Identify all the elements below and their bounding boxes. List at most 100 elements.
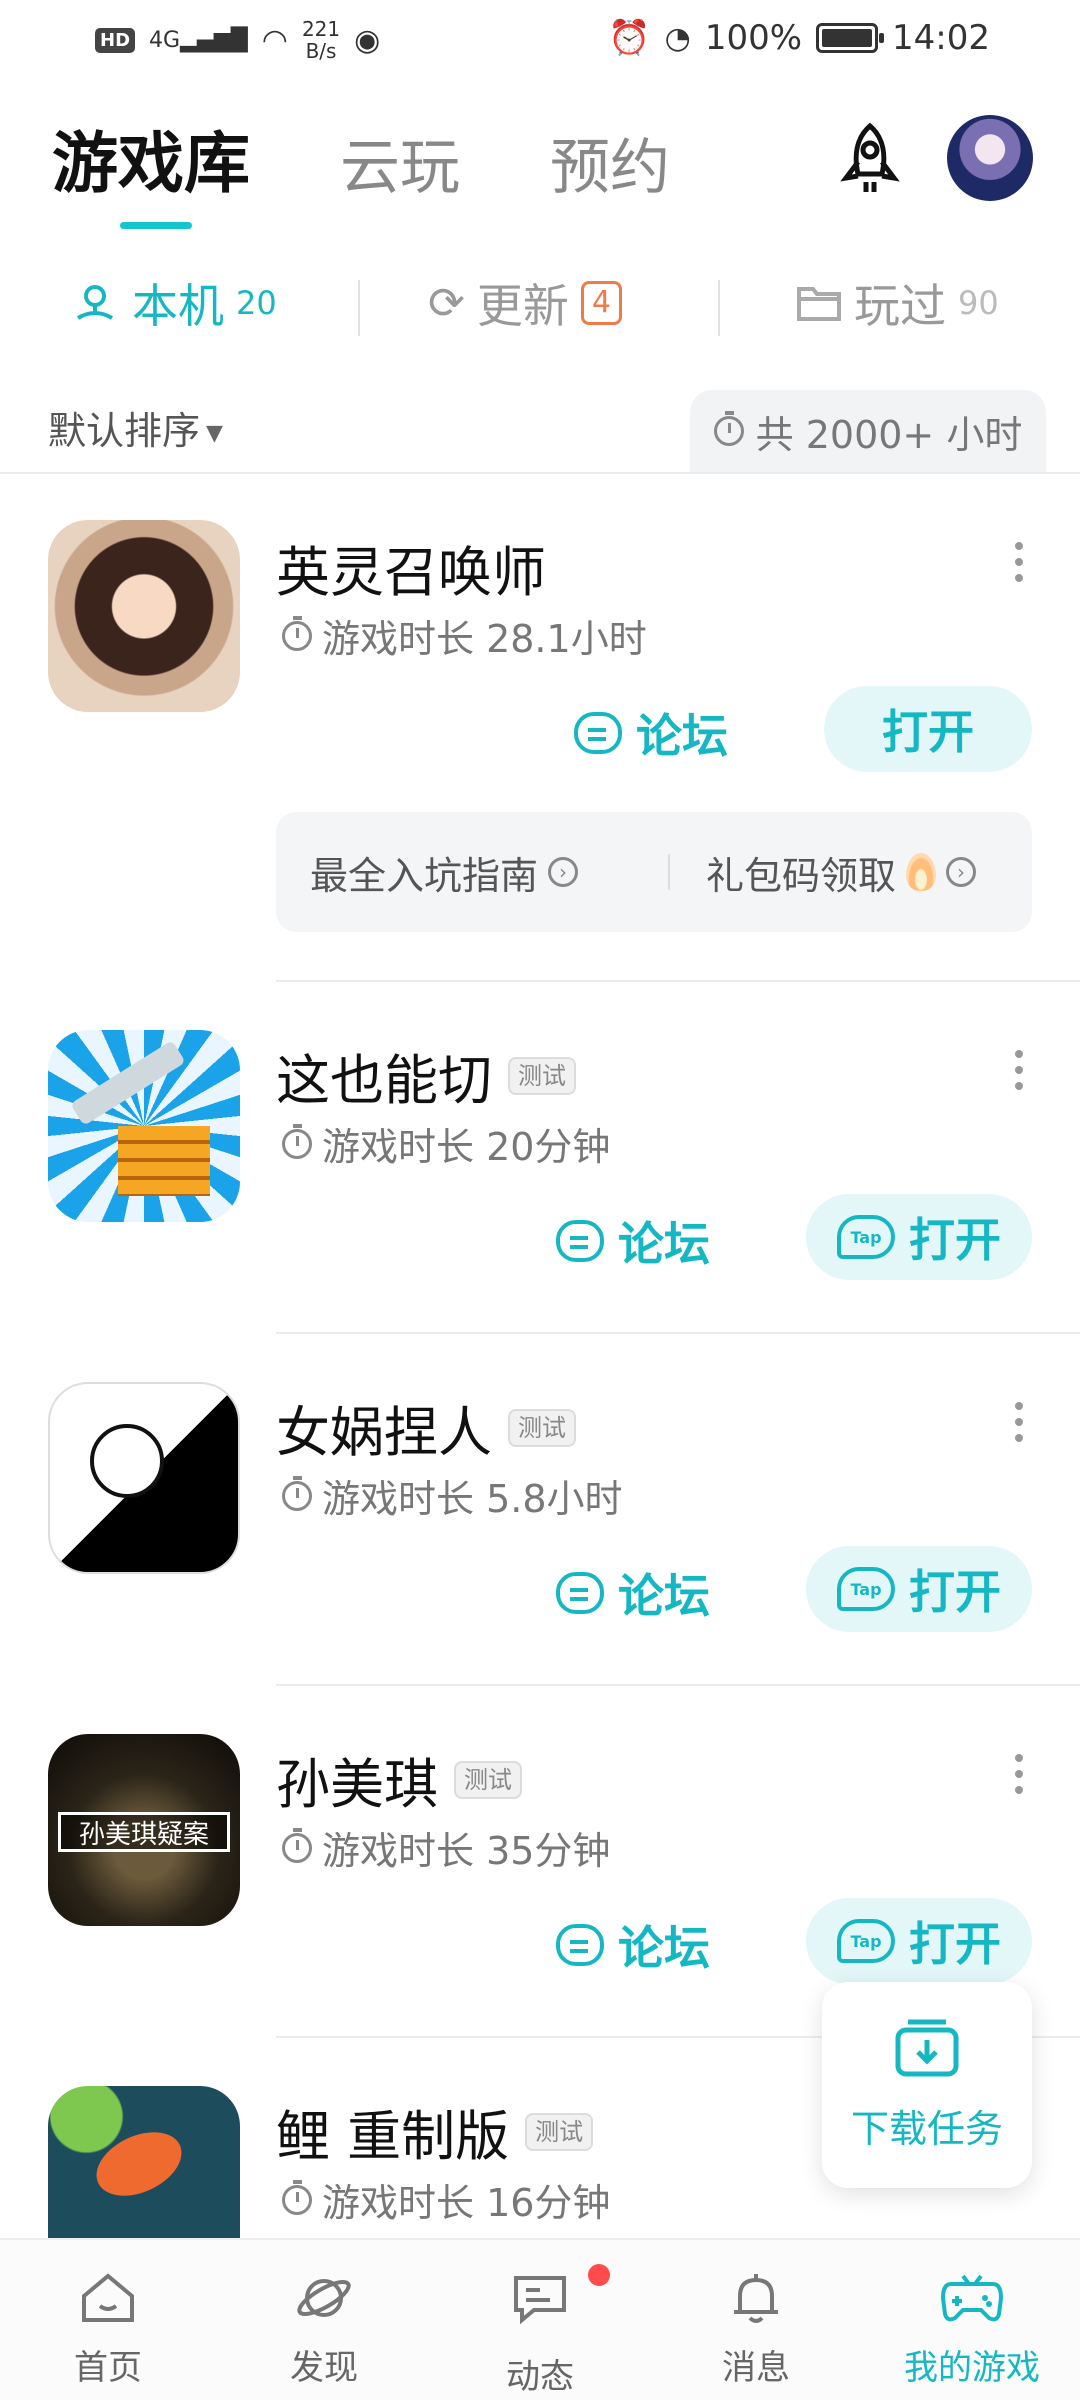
nav-feed[interactable]: 动态 — [470, 2264, 610, 2398]
game-title: 鲤 重制版 — [276, 2105, 510, 2168]
chat-bubble-icon — [514, 2276, 566, 2325]
arrow-right-icon: › — [946, 857, 977, 887]
open-button[interactable]: 打开 — [824, 686, 1032, 772]
game-guide-panel: 最全入坑指南 › 礼包码领取 › — [276, 812, 1032, 932]
forum-button[interactable]: 论坛 — [556, 1912, 710, 1978]
game-icon-title: 孙美琪疑案 — [58, 1812, 230, 1852]
open-button[interactable]: Tap 打开 — [806, 1546, 1032, 1632]
status-bar: HD 4G▂▄▆█ ◠ 221 B/s ◉ ⏰ ◔ 100% 14:02 — [0, 0, 1080, 80]
hd-indicator: HD — [95, 27, 136, 53]
top-tab-bar: 游戏库 云玩 预约 — [52, 110, 670, 206]
home-icon — [82, 2273, 134, 2322]
total-playtime: 共 2000+ 小时 — [690, 390, 1046, 472]
divider — [276, 980, 1080, 982]
bottom-navigation: 首页 发现 动态 消息 我的游戏 — [0, 2238, 1080, 2400]
subtab-local[interactable]: 本机 20 — [70, 270, 277, 336]
test-tag: 测试 — [508, 1408, 576, 1447]
forum-icon — [556, 1572, 604, 1614]
game-playtime: 游戏时长 5.8小时 — [322, 1477, 623, 1521]
active-tab-indicator — [120, 222, 192, 229]
game-title: 女娲捏人 — [276, 1401, 492, 1464]
refresh-icon: ⟳ — [428, 277, 465, 329]
game-icon[interactable] — [48, 1030, 240, 1222]
subtab-played[interactable]: 玩过 90 — [796, 270, 999, 336]
rocket-icon[interactable] — [830, 120, 910, 200]
divider — [276, 1684, 1080, 1686]
subtab-update[interactable]: ⟳ 更新 4 — [428, 270, 622, 336]
forum-icon — [556, 1220, 604, 1262]
gamepad-icon — [940, 2274, 1004, 2322]
bell-icon — [734, 2274, 778, 2323]
game-title: 英灵召唤师 — [276, 541, 546, 604]
wifi-icon: ◠ — [261, 22, 288, 58]
tap-logo-icon: Tap — [837, 1215, 895, 1259]
battery-icon — [816, 23, 885, 53]
download-task-button[interactable]: 下载任务 — [822, 1982, 1032, 2188]
forum-button[interactable]: 论坛 — [574, 700, 728, 766]
flame-icon — [906, 853, 937, 891]
timer-icon — [282, 615, 312, 651]
divider — [668, 854, 670, 890]
timer-icon — [282, 2179, 312, 2215]
caret-down-icon: ▼ — [206, 421, 223, 446]
open-button[interactable]: Tap 打开 — [806, 1194, 1032, 1280]
planet-icon — [297, 2279, 351, 2317]
sub-tab-bar: 本机 20 ⟳ 更新 4 玩过 90 — [0, 270, 1080, 350]
clock-time: 14:02 — [892, 18, 990, 58]
divider — [0, 472, 1080, 474]
beginner-guide-link[interactable]: 最全入坑指南 › — [310, 845, 579, 900]
user-avatar[interactable] — [947, 115, 1033, 201]
network-speed: 221 B/s — [301, 17, 341, 63]
game-icon[interactable] — [48, 1382, 240, 1574]
more-options-icon[interactable] — [1012, 542, 1026, 582]
subtab-divider — [718, 280, 720, 336]
timer-icon — [282, 1827, 312, 1863]
update-count-badge: 4 — [580, 281, 622, 325]
tab-reservation[interactable]: 预约 — [550, 119, 670, 206]
forum-icon — [556, 1924, 604, 1966]
tab-cloud-play[interactable]: 云玩 — [340, 119, 460, 206]
game-icon[interactable]: 孙美琪疑案 — [48, 1734, 240, 1926]
arrow-right-icon: › — [548, 857, 579, 887]
game-icon[interactable] — [48, 520, 240, 712]
test-tag: 测试 — [454, 1760, 522, 1799]
gift-code-link[interactable]: 礼包码领取 › — [706, 845, 977, 900]
test-tag: 测试 — [525, 2112, 594, 2151]
folder-icon — [797, 287, 841, 321]
game-title: 孙美琪 — [276, 1753, 438, 1816]
more-options-icon[interactable] — [1012, 1402, 1026, 1442]
game-icon[interactable] — [48, 2086, 240, 2238]
more-options-icon[interactable] — [1012, 1050, 1026, 1090]
timer-icon — [282, 1123, 312, 1159]
timer-icon — [282, 1475, 312, 1511]
battery-percent: 100% — [704, 18, 803, 58]
signal-icon: 4G▂▄▆█ — [149, 27, 248, 53]
nav-messages[interactable]: 消息 — [686, 2270, 826, 2389]
tap-logo-icon: Tap — [837, 1919, 895, 1963]
speed-gauge-icon: ◔ — [664, 20, 691, 56]
game-playtime: 游戏时长 35分钟 — [322, 1829, 611, 1873]
forum-button[interactable]: 论坛 — [556, 1208, 710, 1274]
tab-game-library[interactable]: 游戏库 — [52, 110, 250, 206]
game-title: 这也能切 — [276, 1049, 492, 1112]
timer-icon — [713, 411, 744, 446]
forum-button[interactable]: 论坛 — [556, 1560, 710, 1626]
tap-logo-icon: Tap — [837, 1567, 895, 1611]
wechat-icon: ◉ — [354, 22, 381, 58]
sort-dropdown[interactable]: 默认排序 ▼ — [48, 400, 223, 455]
location-pin-icon — [76, 285, 114, 320]
subtab-divider — [358, 280, 360, 336]
alarm-icon: ⏰ — [608, 18, 651, 58]
nav-home[interactable]: 首页 — [38, 2270, 178, 2389]
game-playtime: 游戏时长 28.1小时 — [322, 617, 647, 661]
forum-icon — [574, 712, 622, 754]
notification-dot — [588, 2264, 610, 2286]
nav-my-games[interactable]: 我的游戏 — [902, 2270, 1042, 2389]
open-button[interactable]: Tap 打开 — [806, 1898, 1032, 1984]
game-playtime: 游戏时长 20分钟 — [322, 1125, 611, 1169]
test-tag: 测试 — [508, 1056, 576, 1095]
divider — [276, 1332, 1080, 1334]
nav-discover[interactable]: 发现 — [254, 2270, 394, 2389]
more-options-icon[interactable] — [1012, 1754, 1026, 1794]
game-playtime: 游戏时长 16分钟 — [322, 2181, 611, 2225]
